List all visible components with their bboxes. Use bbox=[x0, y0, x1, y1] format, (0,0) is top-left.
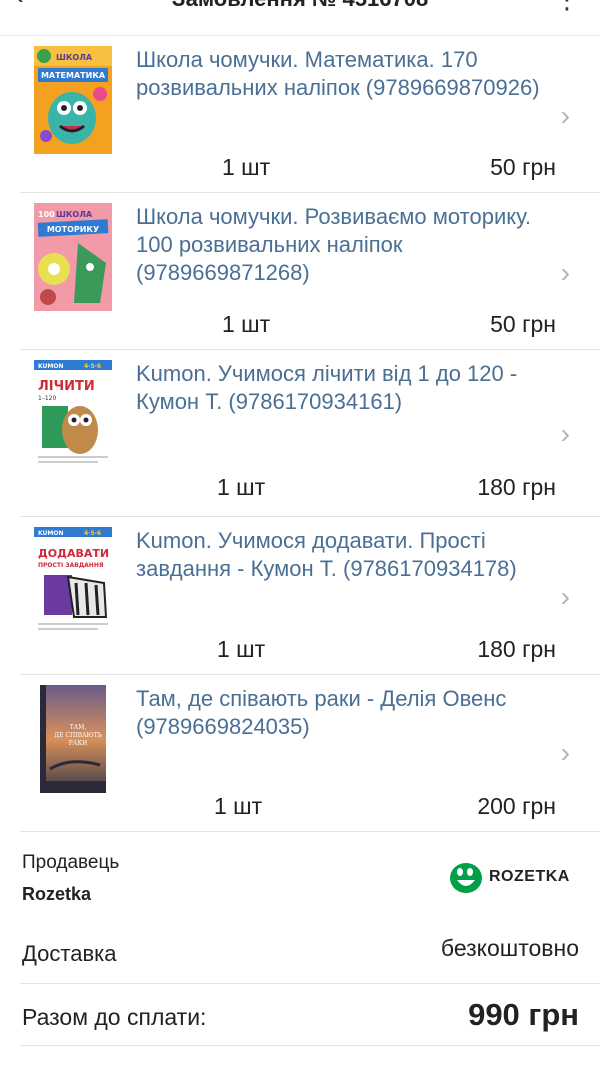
item-title-link[interactable]: Школа чомучки. Розвиваємо моторику. 100 … bbox=[136, 203, 554, 287]
delivery-label: Доставка bbox=[22, 941, 117, 966]
book-cover-image: KUMON 4·5·6 ЛІЧИТИ 1–120 bbox=[34, 360, 112, 468]
chevron-right-icon[interactable]: › bbox=[561, 739, 570, 767]
svg-text:100: 100 bbox=[38, 210, 55, 219]
svg-text:4·5·6: 4·5·6 bbox=[84, 363, 101, 370]
book-cover-image: ТАМ, ДЕ СПІВАЮТЬ РАКИ bbox=[40, 685, 106, 793]
item-title-link[interactable]: Kumon. Учимося лічити від 1 до 120 - Кум… bbox=[136, 360, 554, 416]
item-title-link[interactable]: Школа чомучки. Математика. 170 розвиваль… bbox=[136, 46, 554, 102]
divider bbox=[20, 983, 600, 984]
total-value: 990 грн bbox=[468, 997, 579, 1032]
order-item[interactable]: KUMON 4·5·6 ДОДАВАТИ ПРОСТІ ЗАВДАННЯ Kum… bbox=[20, 517, 600, 675]
item-price: 180 грн bbox=[477, 474, 556, 500]
svg-text:МАТЕМАТИКА: МАТЕМАТИКА bbox=[41, 71, 106, 80]
item-price: 50 грн bbox=[490, 311, 556, 337]
order-item[interactable]: KUMON 4·5·6 ЛІЧИТИ 1–120 Kumon. Учимося … bbox=[20, 350, 600, 517]
seller-label: Продавець bbox=[22, 852, 120, 873]
book-cover-image: 100 ШКОЛА МОТОРИКУ bbox=[34, 203, 112, 311]
item-price: 50 грн bbox=[490, 154, 556, 180]
svg-text:ДЕ СПІВАЮТЬ: ДЕ СПІВАЮТЬ bbox=[54, 732, 102, 739]
item-quantity: 1 шт bbox=[217, 474, 266, 500]
svg-text:ДОДАВАТИ: ДОДАВАТИ bbox=[38, 547, 109, 560]
item-price: 180 грн bbox=[477, 636, 556, 662]
chevron-right-icon[interactable]: › bbox=[561, 259, 570, 287]
order-item[interactable]: ТАМ, ДЕ СПІВАЮТЬ РАКИ Там, де співають р… bbox=[20, 675, 600, 832]
svg-text:ШКОЛА: ШКОЛА bbox=[56, 210, 93, 219]
item-quantity: 1 шт bbox=[217, 636, 266, 662]
svg-text:ТАМ,: ТАМ, bbox=[70, 724, 87, 731]
order-item[interactable]: ШКОЛА МАТЕМАТИКА Школа чомучки. Математи… bbox=[20, 36, 600, 193]
svg-text:ШКОЛА: ШКОЛА bbox=[56, 53, 93, 62]
rozetka-logo-text: ROZETKA bbox=[489, 868, 570, 885]
delivery-value: безкоштовно bbox=[440, 935, 579, 961]
item-quantity: 1 шт bbox=[214, 793, 263, 819]
item-title-link[interactable]: Kumon. Учимося додавати. Прості завдання… bbox=[136, 527, 554, 583]
book-cover-image: ШКОЛА МАТЕМАТИКА bbox=[34, 46, 112, 154]
item-quantity: 1 шт bbox=[222, 154, 271, 180]
item-quantity: 1 шт bbox=[222, 311, 271, 337]
item-title-link[interactable]: Там, де співають раки - Делія Овенс (978… bbox=[136, 685, 554, 741]
seller-name: Rozetka bbox=[22, 884, 92, 904]
svg-text:1–120: 1–120 bbox=[38, 395, 56, 402]
page-title: Замовлення № 4516708 bbox=[0, 0, 600, 12]
book-cover-image: KUMON 4·5·6 ДОДАВАТИ ПРОСТІ ЗАВДАННЯ bbox=[34, 527, 112, 635]
svg-text:4·5·6: 4·5·6 bbox=[84, 530, 101, 537]
rozetka-logo-icon bbox=[450, 863, 482, 893]
total-label: Разом до сплати: bbox=[22, 1004, 207, 1030]
divider bbox=[20, 1045, 600, 1046]
order-item[interactable]: 100 ШКОЛА МОТОРИКУ Школа чомучки. Розвив… bbox=[20, 193, 600, 350]
chevron-right-icon[interactable]: › bbox=[561, 420, 570, 448]
svg-text:ПРОСТІ ЗАВДАННЯ: ПРОСТІ ЗАВДАННЯ bbox=[38, 562, 104, 569]
svg-text:KUMON: KUMON bbox=[38, 530, 64, 537]
svg-text:РАКИ: РАКИ bbox=[69, 740, 87, 747]
more-options-icon[interactable]: ⋮ bbox=[554, 0, 580, 15]
top-bar: ‹ Замовлення № 4516708 ⋮ bbox=[0, 0, 600, 36]
svg-text:МОТОРИКУ: МОТОРИКУ bbox=[47, 225, 99, 234]
chevron-right-icon[interactable]: › bbox=[561, 102, 570, 130]
chevron-right-icon[interactable]: › bbox=[561, 583, 570, 611]
item-price: 200 грн bbox=[477, 793, 556, 819]
svg-text:ЛІЧИТИ: ЛІЧИТИ bbox=[38, 379, 95, 394]
svg-text:KUMON: KUMON bbox=[38, 363, 64, 370]
